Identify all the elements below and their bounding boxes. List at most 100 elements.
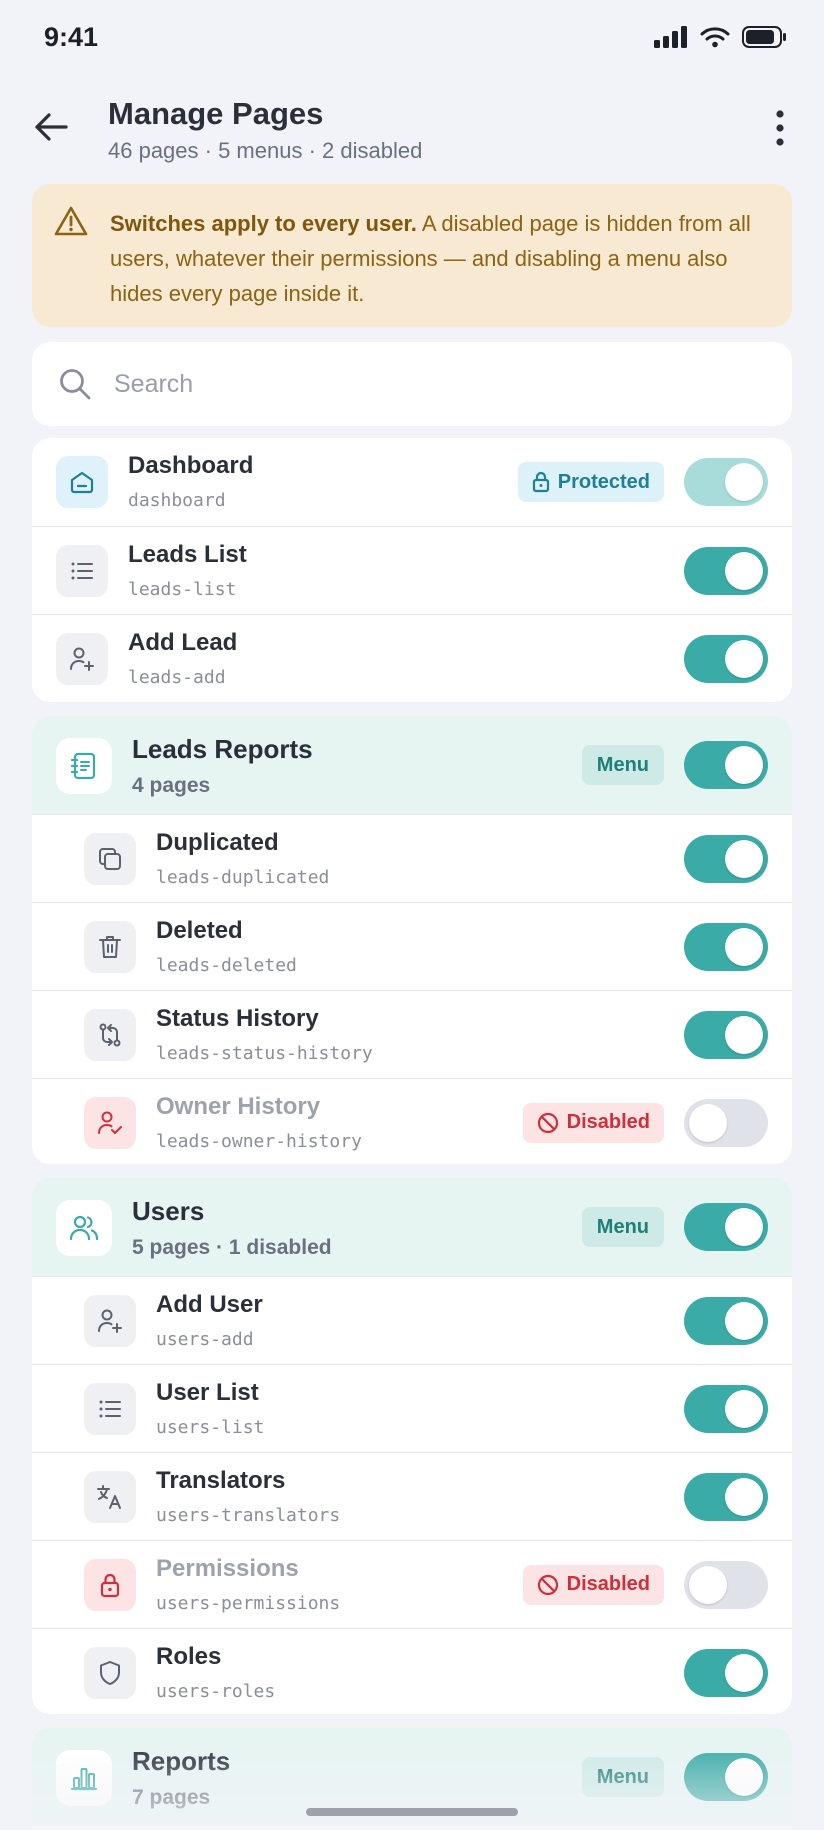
status-time: 9:41 [44,22,99,52]
menu-count: 4 pages [132,774,211,797]
page-toggle[interactable] [684,1098,768,1147]
page-toggle[interactable] [684,458,768,506]
page-toggle[interactable] [684,1384,768,1433]
more-menu-button[interactable] [760,106,800,150]
page-name: Owner History [156,1093,321,1120]
page-toggle[interactable] [684,1010,768,1059]
search-placeholder: Search [114,369,194,398]
page-name: Status History [156,1005,319,1032]
home-indicator [306,1808,518,1816]
warning-icon [54,206,88,236]
menu-count: 5 pages · 1 disabled [132,1236,332,1259]
page-row: Leads List leads-list [32,526,792,614]
top-pages-group: Dashboard dashboard Protected Leads List… [32,438,792,702]
menu-toggle[interactable] [684,1203,768,1251]
page-name: Dashboard [128,452,254,479]
more-vertical-icon [776,110,784,146]
shield-icon [100,1661,120,1685]
swap-icon [99,1023,121,1047]
page-row: Status History leads-status-history [32,990,792,1078]
page-name: Roles [156,1643,222,1670]
list-icon [99,1400,121,1418]
page-toggle[interactable] [684,1560,768,1609]
page-name: User List [156,1379,259,1406]
users-icon [69,1215,99,1241]
page-slug: dashboard [128,490,226,511]
menu-badge: Menu [581,1207,664,1247]
page-toggle[interactable] [684,634,768,683]
page-row: Owner History leads-owner-history Disabl… [32,1078,792,1164]
page-name: Add Lead [128,629,238,656]
disabled-badge: Disabled [522,1564,664,1605]
menu-name: Users [132,1196,205,1226]
page-row: User List users-list [32,1364,792,1452]
ban-icon [537,1574,558,1595]
protected-badge: Protected [517,462,664,502]
page-row: Duplicated leads-duplicated [32,814,792,902]
menu-header: Leads Reports 4 pages Menu [32,716,792,814]
wifi-icon [700,27,730,48]
home-icon [70,471,94,494]
app-header: Manage Pages 46 pages · 5 menus · 2 disa… [0,88,824,168]
copy-icon [99,848,121,870]
page-row: Add User users-add [32,1276,792,1364]
menu-badge: Menu [581,745,664,785]
menu-group-leads-reports: Leads Reports 4 pages Menu Duplicated le… [32,716,792,1164]
bar-chart-icon [70,1768,98,1791]
menu-badge: Menu [581,1757,664,1797]
page-slug: leads-status-history [156,1043,373,1064]
ban-icon [537,1112,558,1133]
page-row: Add Lead leads-add [32,614,792,702]
menu-name: Reports [132,1746,231,1776]
menu-group-users: Users 5 pages · 1 disabled Menu Add User… [32,1178,792,1714]
menu-toggle[interactable] [684,1753,768,1801]
page-name: Translators [156,1467,286,1494]
page-slug: leads-list [128,579,237,600]
page-name: Deleted [156,917,243,944]
page-slug: users-translators [156,1505,341,1526]
list-icon [71,562,93,580]
trash-icon [99,936,121,958]
page-slug: users-roles [156,1681,276,1702]
status-bar: 9:41 [0,0,824,80]
translate-icon [97,1485,121,1509]
page-toggle[interactable] [684,1472,768,1521]
user-check-icon [98,1111,122,1134]
page-slug: leads-owner-history [156,1131,362,1152]
page-slug: users-list [156,1417,265,1438]
page-toggle[interactable] [684,1296,768,1345]
disabled-badge: Disabled [522,1102,664,1143]
menu-name: Leads Reports [132,734,313,764]
lock-icon [100,1573,120,1598]
search-icon [60,369,91,400]
user-plus-icon [70,647,94,671]
warning-title: Switches apply to every user. [110,211,417,236]
page-row: Translators users-translators [32,1452,792,1540]
page-subtitle: 46 pages · 5 menus · 2 disabled [108,138,423,163]
page-title: Manage Pages [108,96,324,131]
menu-header: Users 5 pages · 1 disabled Menu [32,1178,792,1276]
page-slug: users-permissions [156,1593,341,1614]
page-slug: leads-duplicated [156,867,330,888]
menu-count: 7 pages [132,1786,211,1809]
page-slug: users-add [156,1329,254,1350]
menu-toggle[interactable] [684,741,768,789]
page-row: Dashboard dashboard Protected [32,438,792,526]
page-row: Roles users-roles [32,1628,792,1714]
page-toggle[interactable] [684,1648,768,1697]
page-name: Permissions [156,1555,299,1582]
page-toggle[interactable] [684,922,768,971]
battery-icon [742,26,786,48]
address-book-icon [70,752,96,780]
warning-banner: Switches apply to every user. A disabled… [32,184,792,327]
page-name: Duplicated [156,829,279,856]
page-name: Add User [156,1291,263,1318]
page-toggle[interactable] [684,834,768,883]
page-toggle[interactable] [684,546,768,595]
page-row: Deleted leads-deleted [32,902,792,990]
page-slug: leads-add [128,667,226,688]
lock-icon [532,471,549,493]
page-slug: leads-deleted [156,955,297,976]
back-button[interactable] [30,106,72,148]
search-input[interactable]: Search [32,342,792,426]
